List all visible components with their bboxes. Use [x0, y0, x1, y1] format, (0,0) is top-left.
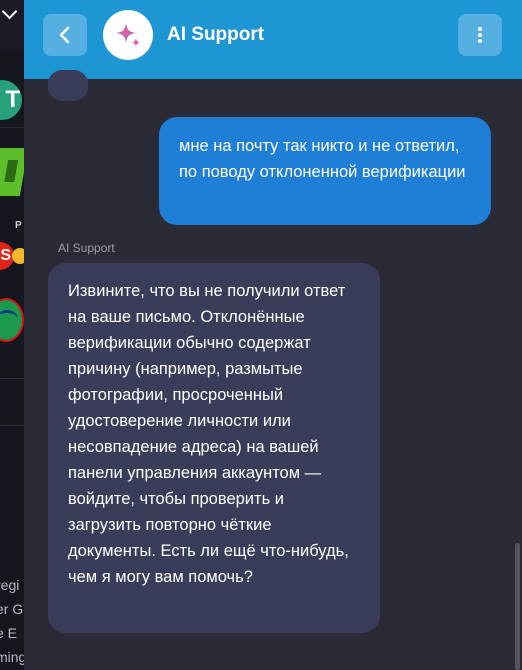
- background-page-strip: T P S regi er G e E ming: [0, 0, 24, 670]
- background-letter: P: [15, 220, 22, 231]
- background-text[interactable]: ming: [0, 649, 24, 665]
- globe-logo-icon[interactable]: [0, 298, 24, 342]
- more-options-button[interactable]: [458, 14, 502, 56]
- back-button[interactable]: [43, 14, 87, 56]
- background-text[interactable]: regi: [0, 577, 24, 593]
- assistant-sender-label: AI Support: [58, 241, 115, 255]
- chat-title: AI Support: [167, 24, 265, 45]
- user-message-text: мне на почту так никто и не ответил, по …: [179, 137, 466, 181]
- background-text[interactable]: e E: [0, 625, 24, 641]
- tether-logo-icon[interactable]: T: [0, 80, 22, 120]
- assistant-message-bubble: Извините, что вы не получили ответ на ва…: [48, 263, 380, 633]
- background-text[interactable]: er G: [0, 601, 24, 617]
- chevron-down-icon[interactable]: [1, 3, 18, 20]
- user-message-bubble: мне на почту так никто и не ответил, по …: [159, 117, 491, 225]
- gold-coin-icon[interactable]: [12, 248, 24, 264]
- avatar: [103, 10, 153, 60]
- assistant-message-text: Извините, что вы не получили ответ на ва…: [68, 282, 349, 586]
- divider: [0, 127, 24, 128]
- divider: [0, 378, 24, 379]
- previous-message-bubble: [48, 70, 88, 101]
- chat-header: AI Support: [24, 0, 522, 79]
- chevron-left-icon: [59, 26, 70, 44]
- chat-panel: AI Support мне на почту так никто и не о…: [24, 0, 522, 670]
- background-topbar: [0, 0, 24, 50]
- scrollbar-thumb[interactable]: [515, 543, 520, 670]
- divider: [0, 425, 24, 426]
- sparkle-icon: [116, 23, 140, 47]
- green-logo-icon[interactable]: [0, 148, 24, 196]
